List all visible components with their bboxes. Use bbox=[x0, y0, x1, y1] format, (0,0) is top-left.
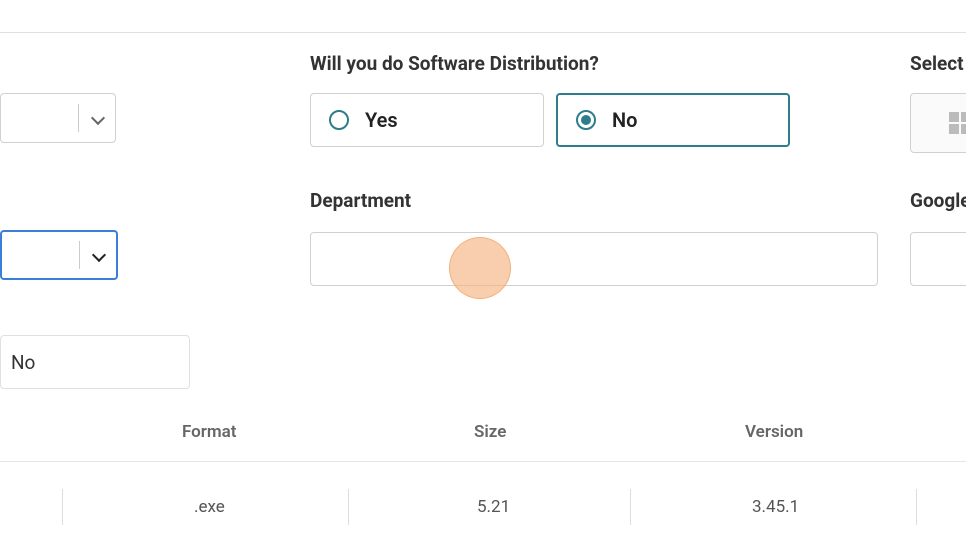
dropdown-2[interactable] bbox=[0, 230, 118, 280]
top-divider bbox=[0, 32, 966, 33]
th-format: Format bbox=[182, 422, 237, 442]
radio-circle-icon bbox=[576, 110, 596, 130]
td-format: .exe bbox=[194, 497, 225, 517]
department-input[interactable] bbox=[310, 232, 878, 286]
dropdown-1[interactable] bbox=[0, 93, 116, 143]
radio-yes[interactable]: Yes bbox=[310, 93, 544, 147]
cell-separator bbox=[348, 489, 349, 525]
google-label: Google bbox=[910, 189, 966, 212]
radio-dot-icon bbox=[581, 115, 591, 125]
table-header-row: Format Size Version bbox=[0, 422, 966, 462]
table-row: .exe 5.21 3.45.1 bbox=[0, 497, 966, 539]
radio-circle-icon bbox=[329, 110, 349, 130]
software-distribution-label: Will you do Software Distribution? bbox=[310, 52, 599, 75]
os-windows-card[interactable] bbox=[910, 93, 966, 153]
cursor-highlight-icon bbox=[449, 237, 511, 299]
radio-no-label: No bbox=[612, 108, 637, 132]
select-os-label: Select bbox=[910, 52, 964, 75]
chevron-down-icon bbox=[92, 248, 106, 262]
department-label: Department bbox=[310, 189, 411, 212]
dropdown-separator bbox=[78, 104, 79, 132]
dropdown-separator bbox=[79, 241, 80, 269]
td-size: 5.21 bbox=[477, 497, 510, 517]
cell-separator bbox=[62, 489, 63, 525]
chevron-down-icon bbox=[91, 111, 105, 125]
radio-no[interactable]: No bbox=[556, 93, 790, 147]
windows-icon bbox=[949, 112, 966, 134]
td-version: 3.45.1 bbox=[752, 497, 799, 517]
cell-separator bbox=[630, 489, 631, 525]
th-size: Size bbox=[474, 422, 506, 442]
google-input[interactable] bbox=[910, 232, 966, 286]
radio-yes-label: Yes bbox=[365, 108, 398, 132]
readonly-no-value: No bbox=[0, 335, 190, 389]
readonly-no-text: No bbox=[11, 351, 35, 374]
th-version: Version bbox=[745, 422, 803, 442]
cell-separator bbox=[916, 489, 917, 525]
